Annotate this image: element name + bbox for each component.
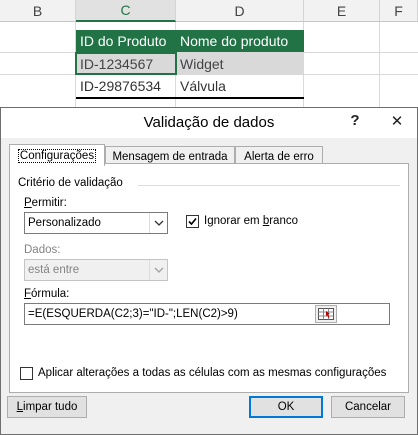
group-divider — [138, 185, 400, 186]
column-header-b[interactable]: B — [0, 0, 76, 22]
cell-c1[interactable]: ID do Produto — [76, 30, 176, 52]
chevron-down-icon[interactable] — [149, 213, 167, 233]
ignore-blank-label-rest: ranco — [269, 215, 298, 227]
cell-d3[interactable]: Válvula — [176, 75, 304, 97]
ignore-blank-label[interactable]: Ignorar em branco — [204, 215, 298, 227]
column-header-f[interactable]: F — [380, 0, 418, 22]
column-header-f-label: F — [394, 2, 403, 19]
data-select-value: está entre — [28, 264, 80, 276]
allow-select[interactable]: Personalizado — [24, 212, 168, 234]
cell-d3-text: Válvula — [180, 78, 226, 94]
apply-all-label[interactable]: Aplicar alterações a todas as células co… — [38, 367, 386, 379]
tab-alerta-de-erro-label: Alerta de erro — [244, 150, 314, 163]
dialog-titlebar[interactable]: Validação de dados ? ✕ — [1, 108, 417, 138]
column-header-e[interactable]: E — [304, 0, 380, 22]
cell-c3-text: ID-29876534 — [80, 78, 161, 94]
cell-d2[interactable]: Widget — [176, 53, 304, 75]
cell-border-line — [76, 97, 304, 99]
cell-d2-text: Widget — [180, 56, 224, 72]
close-icon[interactable]: ✕ — [387, 112, 407, 130]
column-header-d[interactable]: D — [176, 0, 304, 22]
range-selector-icon[interactable] — [315, 305, 337, 323]
settings-panel: Critério de validação Permitir: Personal… — [9, 163, 409, 393]
spreadsheet-background: B C D E F ID do Produto Nome do produto … — [0, 0, 418, 110]
column-header-e-label: E — [336, 2, 347, 19]
cell-c3[interactable]: ID-29876534 — [76, 75, 176, 97]
allow-label-hotkey: P — [24, 197, 32, 209]
column-header-b-label: B — [32, 2, 43, 19]
clear-all-label: impar tudo — [23, 401, 78, 413]
formula-label: Fórmula: — [24, 288, 69, 300]
cell-c2[interactable]: ID-1234567 — [76, 53, 176, 75]
grid-line — [379, 22, 380, 110]
cell-d1[interactable]: Nome do produto — [176, 30, 304, 52]
clear-all-button[interactable]: Limpar tudo — [7, 396, 87, 418]
data-select: está entre — [24, 259, 168, 281]
help-icon[interactable]: ? — [345, 112, 365, 129]
ok-button[interactable]: OK — [249, 396, 323, 418]
allow-select-value: Personalizado — [28, 217, 101, 229]
ignore-blank-label-text: Ignorar em — [204, 215, 263, 227]
column-header-d-label: D — [234, 2, 245, 19]
apply-all-checkbox[interactable] — [20, 367, 33, 380]
tab-configuracoes-label: Configurações — [17, 148, 97, 163]
cell-c2-text: ID-1234567 — [80, 56, 154, 72]
data-validation-dialog: Validação de dados ? ✕ Configurações Men… — [0, 107, 418, 435]
ignore-blank-checkbox[interactable] — [186, 215, 199, 228]
formula-label-text: órmula: — [31, 288, 70, 300]
cancel-button-label: Cancelar — [344, 401, 392, 413]
data-label: Dados: — [24, 244, 61, 256]
column-header-c[interactable]: C — [76, 0, 176, 22]
ok-button-label: OK — [277, 401, 295, 413]
checkmark-icon — [188, 217, 197, 226]
validation-criteria-heading: Critério de validação — [18, 177, 123, 189]
tab-mensagem-de-entrada-label: Mensagem de entrada — [112, 150, 228, 163]
allow-label: Permitir: — [24, 197, 67, 209]
tab-configuracoes[interactable]: Configurações — [9, 144, 105, 166]
cell-c1-text: ID do Produto — [80, 33, 167, 49]
formula-input-value: =E(ESQUERDA(C2;3)="ID-";LEN(C2)>9) — [28, 308, 238, 320]
allow-label-text: ermitir: — [31, 197, 67, 209]
cell-d1-text: Nome do produto — [180, 33, 289, 49]
cancel-button[interactable]: Cancelar — [331, 396, 405, 418]
formula-label-hotkey: F — [24, 288, 32, 300]
column-header-c-label: C — [120, 2, 131, 18]
chevron-down-icon — [149, 260, 167, 280]
